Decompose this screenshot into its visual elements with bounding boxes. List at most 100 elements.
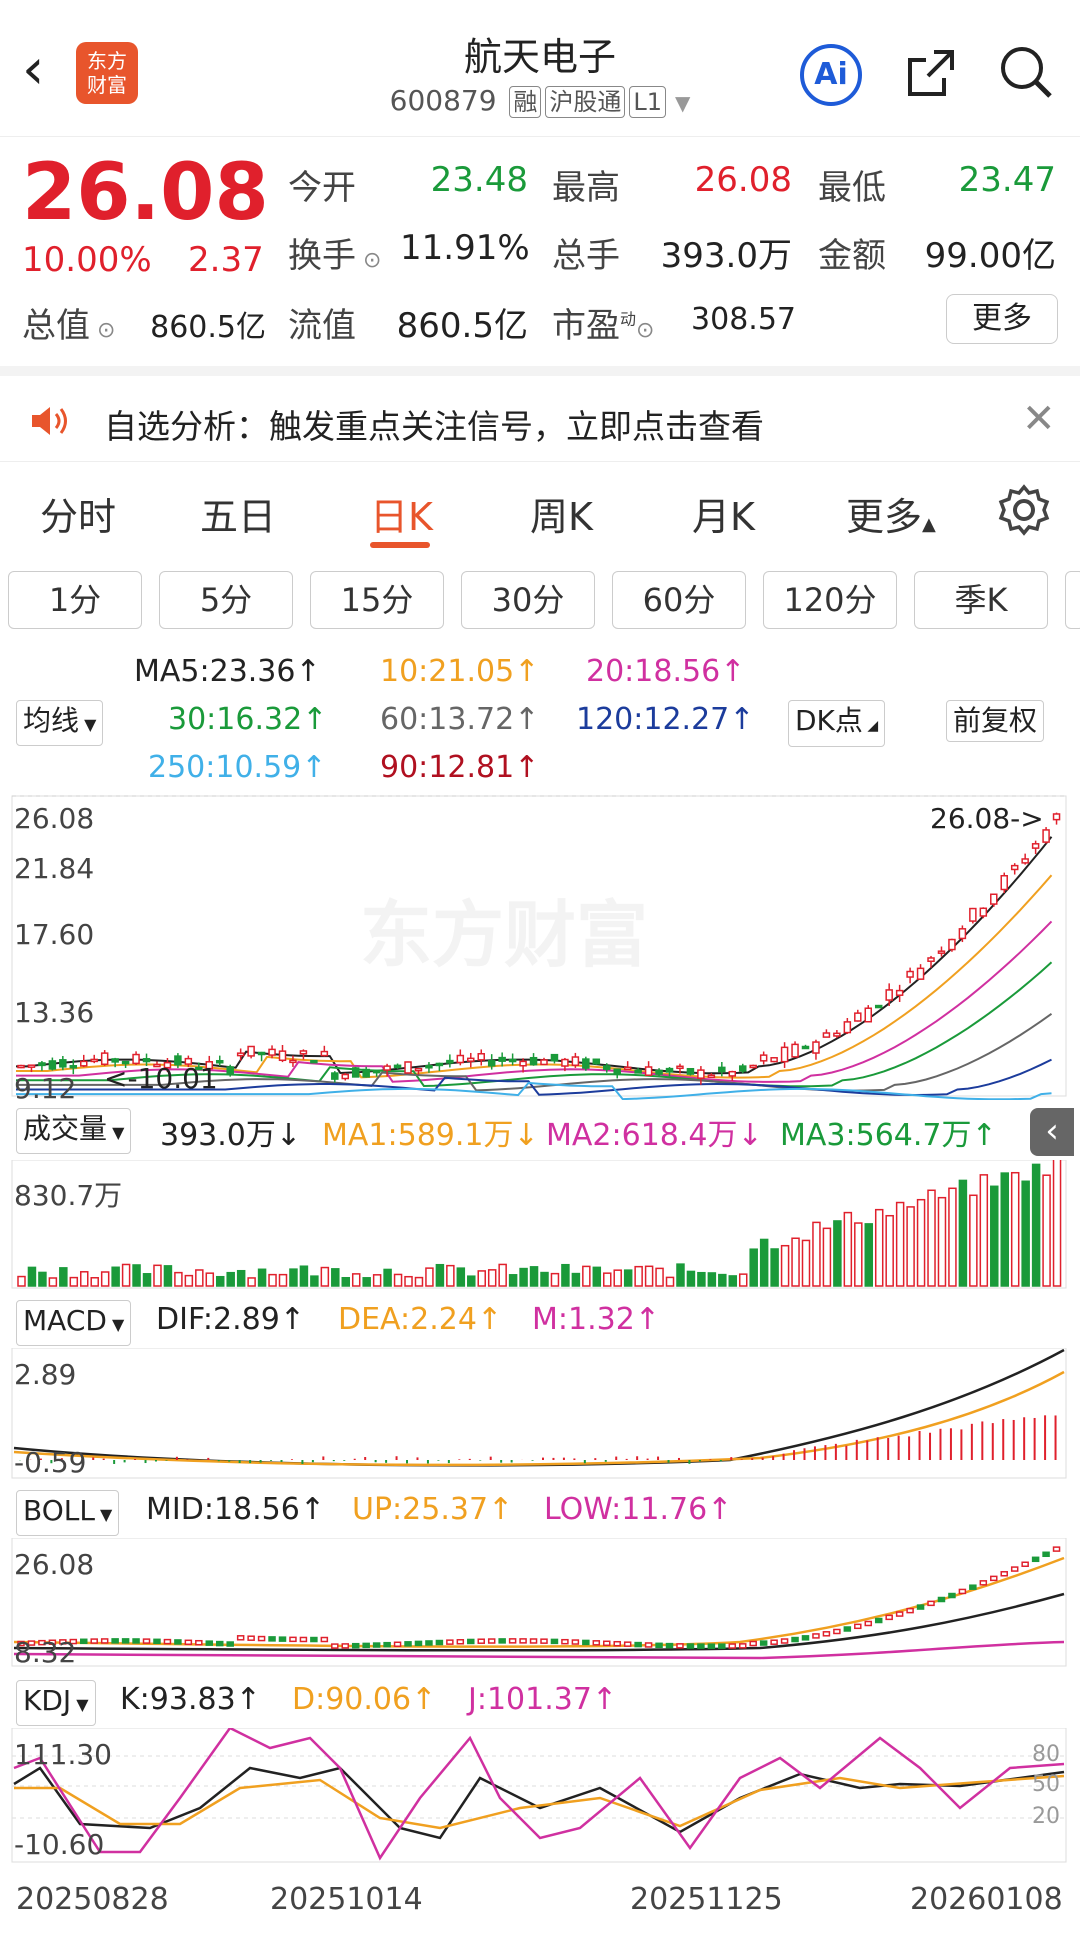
- volume-bar: [331, 1268, 340, 1287]
- boll-candle: [759, 1640, 768, 1646]
- boll-candle: [341, 1643, 350, 1649]
- info-icon[interactable]: ⊙: [90, 318, 115, 343]
- candle-body: [812, 1041, 820, 1054]
- kline-y-label: 26.08: [14, 802, 95, 835]
- volume-bar: [80, 1271, 89, 1287]
- volume-bar: [969, 1194, 978, 1287]
- candle-body: [17, 1064, 25, 1069]
- boll-candle: [655, 1642, 663, 1649]
- adjust-button[interactable]: 前复权: [946, 700, 1045, 742]
- boll-selector[interactable]: BOLL ▼: [16, 1490, 120, 1536]
- kdj-k: K:93.83↑: [120, 1682, 261, 1717]
- volume-bar: [1021, 1180, 1030, 1287]
- close-icon[interactable]: ✕: [1022, 396, 1056, 442]
- info-icon[interactable]: ⊙: [356, 248, 381, 273]
- volume-bar: [1031, 1163, 1041, 1287]
- back-arrow-icon[interactable]: ‹: [22, 40, 62, 100]
- boll-candle: [728, 1643, 737, 1649]
- volume-value: 393.0万: [660, 236, 792, 276]
- ai-icon[interactable]: Ai: [800, 44, 862, 106]
- kdj-y-top: 111.30: [14, 1738, 112, 1771]
- stock-code: 600879: [389, 84, 497, 117]
- notice-bar[interactable]: 自选分析：触发重点关注信号，立即点击查看 ✕: [0, 366, 1080, 462]
- candle-body: [707, 1074, 716, 1079]
- macd-dea: DEA:2.24↑: [338, 1302, 503, 1337]
- volume-bar: [414, 1276, 424, 1287]
- dropdown-triangle-icon[interactable]: ▼: [675, 91, 690, 115]
- volume-bar: [153, 1264, 162, 1287]
- boll-mid: MID:18.56↑: [146, 1492, 325, 1527]
- kline-chart[interactable]: 东方财富: [0, 790, 1080, 1100]
- boll-candle: [1000, 1571, 1008, 1577]
- boll-candle: [268, 1636, 276, 1642]
- tab-more[interactable]: 更多▲: [846, 486, 936, 541]
- boll-candle: [686, 1643, 695, 1649]
- candle-body: [59, 1059, 67, 1068]
- interval-120min[interactable]: 120分: [763, 571, 897, 629]
- boll-candle: [613, 1640, 621, 1647]
- boll-candle: [822, 1631, 831, 1637]
- candle-body: [791, 1043, 799, 1058]
- tab-weekly-k[interactable]: 周K: [530, 486, 593, 541]
- boll-candle: [927, 1600, 935, 1607]
- interval-60min[interactable]: 60分: [612, 571, 746, 629]
- ma-selector[interactable]: 均线 ▼: [16, 700, 104, 746]
- tab-intraday[interactable]: 分时: [40, 486, 116, 541]
- boll-candle: [833, 1628, 841, 1635]
- candle-body: [770, 1057, 778, 1063]
- tab-daily-k[interactable]: 日K: [370, 486, 433, 541]
- candle-body: [540, 1059, 548, 1066]
- volume-bar: [435, 1263, 445, 1287]
- date-label: 20250828: [16, 1882, 169, 1917]
- interval-30min[interactable]: 30分: [461, 571, 595, 629]
- candle-body: [1042, 829, 1050, 843]
- volume-bar: [393, 1273, 403, 1287]
- volume-selector[interactable]: 成交量 ▼: [16, 1108, 132, 1154]
- candle-body: [48, 1060, 57, 1070]
- boll-candle: [906, 1607, 914, 1614]
- volume-bar: [268, 1273, 277, 1287]
- macd-selector[interactable]: MACD ▼: [16, 1300, 132, 1346]
- interval-15min[interactable]: 15分: [310, 571, 444, 629]
- date-label: 20251125: [630, 1882, 783, 1917]
- amount-value: 99.00亿: [924, 236, 1056, 276]
- ma20-value: 20:18.56↑: [586, 654, 746, 689]
- candle-body: [362, 1068, 370, 1078]
- tab-five-day[interactable]: 五日: [200, 486, 276, 541]
- collapse-arrow-icon[interactable]: ‹: [1030, 1108, 1074, 1156]
- candle-body: [69, 1065, 78, 1069]
- tag-margin: 融: [509, 86, 542, 118]
- boll-candle: [550, 1638, 559, 1645]
- volume-bar: [205, 1272, 215, 1287]
- interval-5min[interactable]: 5分: [159, 571, 293, 629]
- boll-candle: [623, 1641, 632, 1647]
- volume-bar: [644, 1265, 654, 1287]
- candle-body: [665, 1067, 674, 1073]
- volume-bar: [958, 1179, 968, 1287]
- volume-chart: [11, 1160, 1067, 1289]
- boll-candle: [801, 1635, 810, 1641]
- tab-monthly-k[interactable]: 月K: [692, 486, 755, 541]
- interval-quarter[interactable]: 季K: [914, 571, 1048, 629]
- interval-overflow[interactable]: [1065, 571, 1080, 629]
- boll-chart: [11, 1538, 1067, 1667]
- interval-1min[interactable]: 1分: [8, 571, 142, 629]
- search-icon[interactable]: [998, 44, 1054, 100]
- share-icon[interactable]: [906, 48, 956, 98]
- dk-point-button[interactable]: DK点 ◢: [788, 700, 886, 747]
- candle-body: [268, 1048, 276, 1056]
- boll-candle: [90, 1638, 98, 1644]
- ma90-value: 90:12.81↑: [380, 750, 540, 785]
- boll-candle: [895, 1611, 904, 1617]
- candle-body: [958, 928, 967, 940]
- info-icon[interactable]: ⊙: [636, 318, 654, 343]
- more-button[interactable]: 更多: [946, 294, 1058, 344]
- macd-dif: DIF:2.89↑: [156, 1302, 305, 1337]
- candle-body: [435, 1062, 444, 1067]
- boll-candle: [1052, 1546, 1061, 1552]
- volume-bar: [550, 1272, 560, 1287]
- boll-candle: [738, 1643, 747, 1649]
- boll-candle: [195, 1639, 203, 1646]
- kdj-selector[interactable]: KDJ ▼: [16, 1680, 96, 1726]
- candle-body: [1052, 813, 1061, 821]
